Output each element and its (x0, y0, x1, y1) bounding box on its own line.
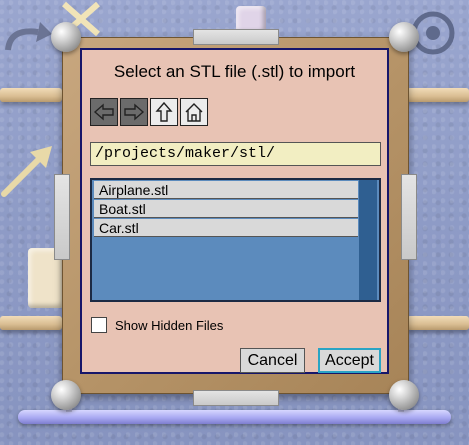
frame-handle-bottom[interactable] (193, 390, 279, 406)
file-import-dialog: Select an STL file (.stl) to import /pro… (80, 48, 389, 374)
show-hidden-files-checkbox[interactable] (91, 317, 107, 333)
file-list[interactable]: Airplane.stl Boat.stl Car.stl (90, 178, 381, 302)
file-list-item[interactable]: Car.stl (94, 219, 358, 237)
arrow-up-icon (155, 101, 173, 122)
back-button[interactable] (90, 98, 118, 126)
bottom-rail (18, 410, 451, 424)
path-input[interactable]: /projects/maker/stl/ (90, 142, 381, 166)
dialog-title: Select an STL file (.stl) to import (113, 62, 356, 81)
home-icon (185, 103, 203, 122)
file-list-item[interactable]: Airplane.stl (94, 181, 358, 199)
home-button[interactable] (180, 98, 208, 126)
frame-corner-knob[interactable] (389, 380, 419, 410)
file-list-scrollbar[interactable] (359, 180, 377, 300)
show-hidden-files-label: Show Hidden Files (115, 318, 224, 333)
frame-corner-knob[interactable] (51, 380, 81, 410)
background-shelf (407, 88, 469, 102)
up-directory-button[interactable] (150, 98, 178, 126)
frame-handle-left[interactable] (54, 174, 70, 260)
background-shelf (0, 88, 62, 102)
frame-handle-top[interactable] (193, 29, 279, 45)
frame-corner-knob[interactable] (51, 22, 81, 52)
frame-corner-knob[interactable] (389, 22, 419, 52)
frame-handle-right[interactable] (401, 174, 417, 260)
accept-button[interactable]: Accept (318, 348, 381, 373)
arrow-right-icon (124, 103, 145, 121)
cancel-button[interactable]: Cancel (240, 348, 305, 373)
file-list-item[interactable]: Boat.stl (94, 200, 358, 218)
background-shelf (407, 316, 469, 330)
arrow-left-icon (93, 103, 114, 121)
background-shelf (0, 316, 62, 330)
forward-button[interactable] (120, 98, 148, 126)
background-arrow-icon (1, 146, 52, 197)
